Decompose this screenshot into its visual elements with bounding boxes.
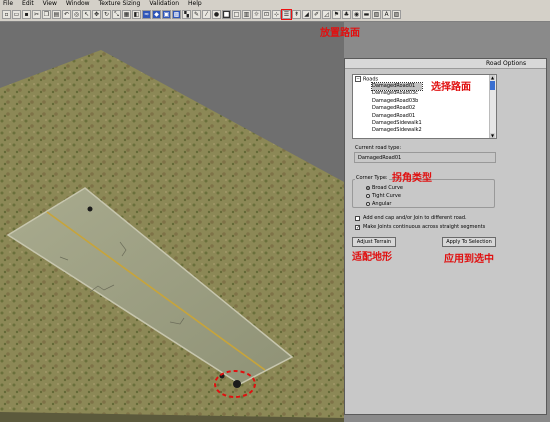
- undo-icon[interactable]: ↶: [62, 10, 71, 19]
- camera-icon[interactable]: ◧: [132, 10, 141, 19]
- scroll-down-icon[interactable]: ▼: [490, 133, 495, 138]
- paste-icon[interactable]: ▤: [52, 10, 61, 19]
- annotation-corner-type: 拐角类型: [392, 173, 432, 184]
- menu-window[interactable]: Window: [66, 0, 90, 8]
- menu-bar: File Edit View Window Texture Sizing Val…: [0, 0, 550, 8]
- menu-texture-sizing[interactable]: Texture Sizing: [99, 0, 141, 8]
- tree-item[interactable]: DamagedRoad03b: [372, 98, 422, 105]
- current-road-label: Current road type:: [355, 145, 402, 151]
- corner-type-label: Corner Type:: [355, 175, 389, 181]
- collapse-icon[interactable]: −: [355, 76, 361, 82]
- annotation-place-road: 放置路面: [320, 28, 360, 39]
- select-icon[interactable]: ◎: [72, 10, 81, 19]
- cliff-icon[interactable]: ▥: [242, 10, 251, 19]
- tree-item[interactable]: DamagedRoad01: [372, 113, 422, 120]
- slope-icon[interactable]: ◿: [322, 10, 331, 19]
- radio-broad-curve[interactable]: Broad Curve: [366, 185, 403, 191]
- menu-view[interactable]: View: [43, 0, 57, 8]
- save-icon[interactable]: ▪: [22, 10, 31, 19]
- cut-icon[interactable]: ✂: [32, 10, 41, 19]
- tree-item[interactable]: DamagedRoad02: [372, 105, 422, 112]
- radio-icon[interactable]: [366, 186, 370, 190]
- open-file-icon[interactable]: ▭: [12, 10, 21, 19]
- scroll-up-icon[interactable]: ▲: [490, 75, 495, 80]
- menu-validation[interactable]: Validation: [149, 0, 179, 8]
- water-icon[interactable]: ≈: [142, 10, 151, 19]
- tree-item[interactable]: DamagedRoad03c: [372, 90, 422, 97]
- 3d-viewport[interactable]: [0, 22, 344, 422]
- layer-icon[interactable]: ▣: [162, 10, 171, 19]
- menu-edit[interactable]: Edit: [22, 0, 34, 8]
- light-icon[interactable]: ☼: [252, 10, 261, 19]
- tree-root[interactable]: − Roads: [355, 76, 378, 83]
- radio-tight-curve[interactable]: Tight Curve: [366, 193, 401, 199]
- tree-item[interactable]: DamagedSidewalk2: [372, 127, 422, 134]
- measure-icon[interactable]: ◢: [302, 10, 311, 19]
- eye-icon[interactable]: ◉: [352, 10, 361, 19]
- square-icon[interactable]: □: [232, 10, 241, 19]
- place-icon[interactable]: ●: [212, 10, 221, 19]
- new-file-icon[interactable]: ▫: [2, 10, 11, 19]
- rotate-icon[interactable]: ↻: [102, 10, 111, 19]
- rock-icon[interactable]: ♣: [342, 10, 351, 19]
- heights-icon[interactable]: ▨: [392, 10, 401, 19]
- annotation-adjust-terrain: 适配地形: [352, 252, 392, 263]
- checker-icon[interactable]: ▚: [182, 10, 191, 19]
- brush-icon[interactable]: ⁄: [202, 10, 211, 19]
- annotation-apply-selection: 应用到选中: [444, 254, 494, 265]
- endcap-checkbox-row[interactable]: Add end cap and/or Join to different roa…: [355, 215, 467, 221]
- road-tool-icon[interactable]: ☰: [281, 9, 292, 20]
- menu-file[interactable]: File: [3, 0, 13, 8]
- current-road-value: DamagedRoad01: [354, 152, 496, 163]
- joints-checkbox-row[interactable]: ✓ Make Joints continuous across straight …: [355, 224, 485, 230]
- scroll-thumb[interactable]: [490, 81, 495, 90]
- apply-to-selection-button[interactable]: Apply To Selection: [442, 237, 496, 247]
- pointer-icon[interactable]: ↖: [82, 10, 91, 19]
- object-icon[interactable]: ◆: [152, 10, 161, 19]
- texture-icon[interactable]: ▩: [172, 10, 181, 19]
- radio-angular[interactable]: Angular: [366, 201, 391, 207]
- move-icon[interactable]: ✥: [92, 10, 101, 19]
- ai-icon[interactable]: A: [382, 10, 391, 19]
- paint-icon[interactable]: ✎: [192, 10, 201, 19]
- road-node-start[interactable]: [87, 206, 93, 212]
- trigger-icon[interactable]: ⊡: [262, 10, 271, 19]
- adjust-terrain-button[interactable]: Adjust Terrain: [352, 237, 396, 247]
- road-options-panel: Road Options − Roads DamagedRoad01 Damage…: [344, 58, 547, 415]
- radio-icon[interactable]: [366, 194, 370, 198]
- terrain-scene: [0, 22, 344, 422]
- tree-item[interactable]: DamagedSidewalk1: [372, 120, 422, 127]
- road-node-end[interactable]: [233, 380, 241, 388]
- terrain-icon[interactable]: ■: [222, 10, 231, 19]
- menu-help[interactable]: Help: [188, 0, 202, 8]
- flag-icon[interactable]: ⚑: [332, 10, 341, 19]
- copy-icon[interactable]: ❐: [42, 10, 51, 19]
- scale-icon[interactable]: ⤡: [112, 10, 121, 19]
- tree-scrollbar[interactable]: ▲ ▼: [489, 75, 496, 138]
- radio-icon[interactable]: [366, 202, 370, 206]
- map-icon[interactable]: ▧: [372, 10, 381, 19]
- main-toolbar: ▫ ▭ ▪ ✂ ❐ ▤ ↶ ◎ ↖ ✥ ↻ ⤡ ▦ ◧ ≈ ◆ ▣ ▩ ▚ ✎ …: [0, 8, 550, 22]
- panel-title: Road Options: [345, 59, 546, 69]
- grid-icon[interactable]: ▦: [122, 10, 131, 19]
- arrow-tool-icon[interactable]: ↟: [292, 10, 301, 19]
- annotation-select-road: 选择路面: [431, 82, 471, 93]
- joints-checkbox[interactable]: ✓: [355, 224, 360, 230]
- road-tree[interactable]: − Roads DamagedRoad01 DamagedRoad03c Dama…: [352, 74, 497, 139]
- waypoint-icon[interactable]: ⊹: [272, 10, 281, 19]
- endcap-checkbox[interactable]: [355, 215, 360, 221]
- scene-camera-icon[interactable]: ▬: [362, 10, 371, 19]
- pen-icon[interactable]: ✐: [312, 10, 321, 19]
- tree-item[interactable]: DamagedRoad01: [371, 81, 423, 92]
